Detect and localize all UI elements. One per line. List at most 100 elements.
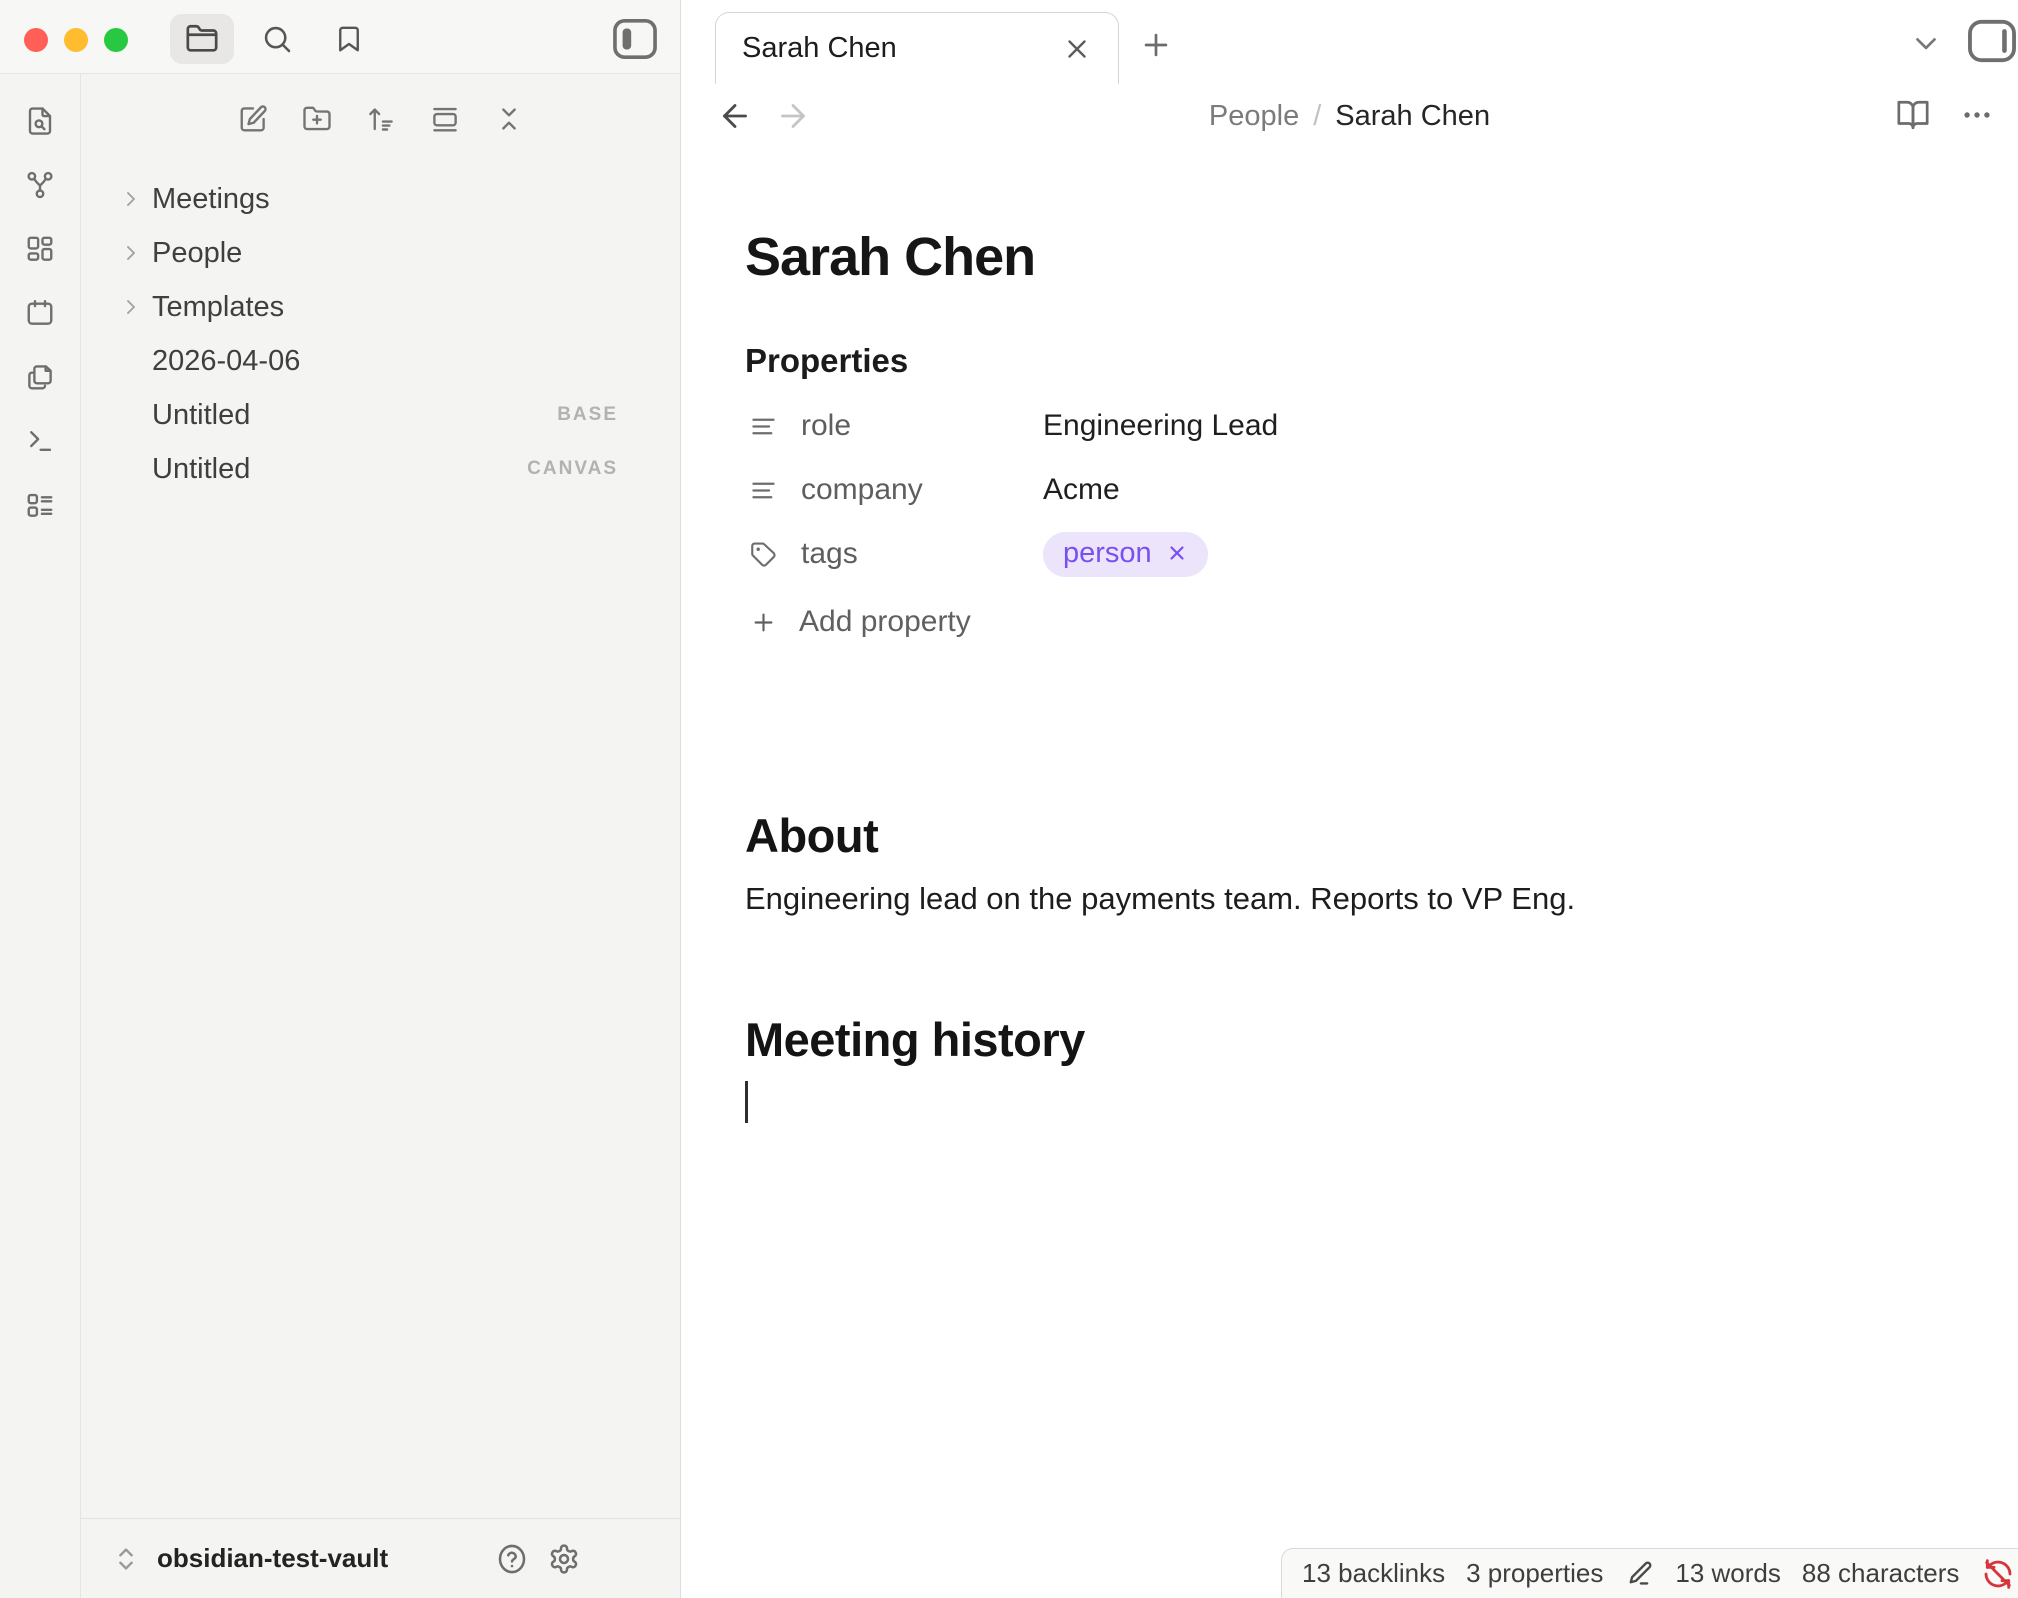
plus-icon: [1139, 28, 1173, 62]
tree-folder-meetings[interactable]: Meetings: [81, 172, 680, 226]
settings-gear-icon[interactable]: [548, 1543, 580, 1575]
explorer-toolbar: [81, 74, 680, 158]
sync-off-icon[interactable]: [1982, 1558, 2014, 1590]
text-cursor: [745, 1081, 748, 1123]
file-search-icon[interactable]: [25, 106, 55, 136]
terminal-icon[interactable]: [25, 426, 55, 456]
property-value[interactable]: Engineering Lead: [1043, 409, 1278, 443]
chevrons-up-down-icon: [111, 1544, 141, 1574]
graph-view-icon[interactable]: [25, 170, 55, 200]
vault-actions: [496, 1543, 580, 1575]
about-heading[interactable]: About: [745, 808, 2018, 863]
tag-icon: [750, 541, 777, 568]
properties-list: role Engineering Lead company Acme: [745, 394, 2018, 586]
status-bar: 13 backlinks 3 properties 13 words 88 ch…: [1281, 1548, 2018, 1598]
list-blocks-icon[interactable]: [25, 490, 55, 520]
bookmarks-tab-button[interactable]: [325, 14, 373, 64]
tag-pill-person[interactable]: person: [1043, 532, 1208, 577]
collapse-left-sidebar-button[interactable]: [606, 14, 664, 64]
left-sidebar-region: Meetings People Templates 2026-04-06: [0, 0, 681, 1598]
note-label: Untitled: [152, 453, 250, 486]
tab-list-dropdown[interactable]: [1909, 26, 1943, 60]
about-body[interactable]: Engineering lead on the payments team. R…: [745, 877, 2018, 920]
properties-count[interactable]: 3 properties: [1466, 1558, 1603, 1589]
folder-icon: [185, 22, 219, 56]
sort-order-icon[interactable]: [366, 104, 396, 134]
text-type-icon: [750, 477, 777, 504]
canvas-icon[interactable]: [25, 234, 55, 264]
tag-pill-label: person: [1063, 537, 1152, 570]
add-property-button[interactable]: Add property: [750, 594, 2018, 650]
file-tree: Meetings People Templates 2026-04-06: [81, 158, 680, 496]
close-window-button[interactable]: [24, 28, 48, 52]
tab-sarah-chen[interactable]: Sarah Chen: [715, 12, 1119, 84]
new-folder-icon[interactable]: [302, 104, 332, 134]
character-count[interactable]: 88 characters: [1802, 1558, 1960, 1589]
files-tab-button[interactable]: [170, 14, 234, 64]
folder-label: Templates: [152, 291, 284, 324]
property-key-label: company: [801, 473, 923, 507]
zoom-window-button[interactable]: [104, 28, 128, 52]
property-key[interactable]: role: [750, 409, 1043, 443]
tree-folder-templates[interactable]: Templates: [81, 280, 680, 334]
collapse-right-sidebar-button[interactable]: [1967, 18, 2017, 66]
file-type-badge: CANVAS: [527, 458, 618, 480]
chevron-right-icon[interactable]: [119, 241, 143, 265]
search-icon: [261, 23, 293, 55]
chevron-right-icon[interactable]: [119, 187, 143, 211]
new-tab-button[interactable]: [1133, 22, 1179, 68]
minimize-window-button[interactable]: [64, 28, 88, 52]
tab-title: Sarah Chen: [742, 32, 897, 65]
note-title[interactable]: Sarah Chen: [745, 226, 2018, 288]
calendar-icon[interactable]: [25, 298, 55, 328]
reading-mode-button[interactable]: [1896, 98, 1930, 132]
property-key-label: role: [801, 409, 851, 443]
help-circle-icon[interactable]: [496, 1543, 528, 1575]
property-key-label: tags: [801, 537, 858, 571]
about-section: About Engineering lead on the payments t…: [745, 808, 2018, 920]
bookmark-icon: [334, 24, 364, 54]
plus-icon: [750, 609, 777, 636]
chevron-down-icon: [1909, 26, 1943, 60]
file-explorer: Meetings People Templates 2026-04-06: [81, 74, 680, 1598]
property-row-tags: tags person: [745, 522, 2018, 586]
search-tab-button[interactable]: [253, 14, 301, 64]
breadcrumb: People / Sarah Chen: [681, 84, 2018, 148]
new-note-icon[interactable]: [238, 104, 268, 134]
view-header-actions: [1896, 98, 1994, 132]
remove-tag-icon[interactable]: [1166, 542, 1188, 564]
copy-files-icon[interactable]: [25, 362, 55, 392]
word-count[interactable]: 13 words: [1675, 1558, 1781, 1589]
chevron-right-icon[interactable]: [119, 295, 143, 319]
properties-heading: Properties: [745, 342, 2018, 380]
vault-switcher[interactable]: obsidian-test-vault: [81, 1518, 680, 1598]
breadcrumb-note[interactable]: Sarah Chen: [1335, 100, 1490, 133]
obsidian-window: Meetings People Templates 2026-04-06: [0, 0, 2018, 1598]
titlebar: [0, 0, 680, 74]
view-header: People / Sarah Chen: [681, 84, 2018, 148]
close-tab-icon[interactable]: [1062, 34, 1092, 64]
tree-note-daily[interactable]: 2026-04-06: [81, 334, 680, 388]
breadcrumb-folder[interactable]: People: [1209, 100, 1299, 133]
panel-right-toggle-icon: [1967, 18, 2017, 64]
main-area: Sarah Chen: [681, 0, 2018, 1598]
nav-layout-icon[interactable]: [430, 104, 460, 134]
meeting-history-section: Meeting history: [745, 1012, 2018, 1123]
meeting-history-heading[interactable]: Meeting history: [745, 1012, 2018, 1067]
backlinks-count[interactable]: 13 backlinks: [1302, 1558, 1445, 1589]
tree-canvas-untitled[interactable]: Untitled CANVAS: [81, 442, 680, 496]
property-row-role: role Engineering Lead: [745, 394, 2018, 458]
collapse-all-icon[interactable]: [494, 104, 524, 134]
panel-left-toggle-icon: [612, 18, 658, 60]
add-property-label: Add property: [799, 605, 971, 639]
more-options-button[interactable]: [1960, 98, 1994, 132]
property-key[interactable]: tags: [750, 537, 1043, 571]
property-key[interactable]: company: [750, 473, 1043, 507]
note-content[interactable]: Sarah Chen Properties role Engineering L…: [681, 148, 2018, 1123]
breadcrumb-separator: /: [1313, 100, 1321, 133]
property-value[interactable]: Acme: [1043, 473, 1120, 507]
tree-base-untitled[interactable]: Untitled BASE: [81, 388, 680, 442]
tree-folder-people[interactable]: People: [81, 226, 680, 280]
pencil-line-icon[interactable]: [1624, 1559, 1654, 1589]
text-type-icon: [750, 413, 777, 440]
